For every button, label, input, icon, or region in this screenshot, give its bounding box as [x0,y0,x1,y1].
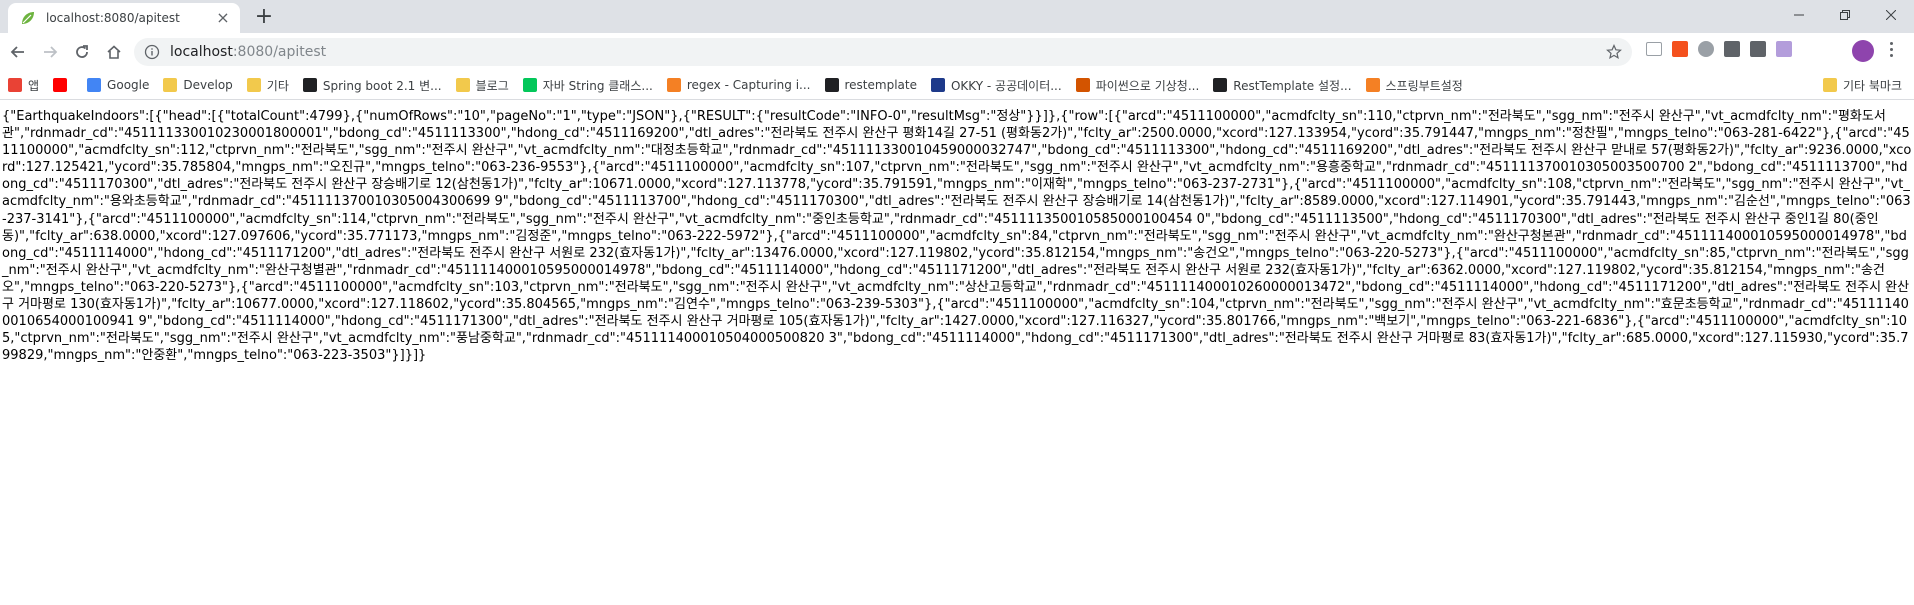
bookmark-star-icon[interactable] [1606,44,1622,60]
tab-close-icon[interactable]: × [214,9,232,27]
bookmark-item[interactable]: 파이썬으로 기상청... [1075,77,1200,94]
reload-icon [76,45,88,58]
forward-button[interactable] [36,38,64,66]
bookmark-label: RestTemplate 설정... [1233,78,1352,93]
bookmark-other[interactable]: 기타 북마크 [1822,71,1902,99]
close-window-button[interactable] [1868,0,1914,30]
bookmark-item[interactable]: 기타 [246,77,289,94]
bookmark-label: regex - Capturing i... [686,78,811,92]
address-bar[interactable]: localhost:8080/apitest [134,38,1632,66]
url-host: localhost [170,44,233,60]
bookmark-item[interactable]: Develop [163,78,233,92]
bookmark-other-label: 기타 북마크 [1842,78,1902,93]
tab-strip: localhost:8080/apitest × + [0,0,1914,33]
okky-icon [930,78,945,92]
browser-toolbar: localhost:8080/apitest [0,33,1914,71]
profile-avatar[interactable] [1852,40,1874,62]
bookmark-label: restemplate [844,78,917,92]
bookmark-item[interactable]: 앱 [8,77,39,94]
bookmark-label: 블로그 [475,78,509,93]
dots-icon [1213,78,1228,92]
minimize-icon [1794,14,1804,16]
bookmark-label: 파이썬으로 기상청... [1095,78,1200,93]
folder-icon [163,78,178,92]
window-controls [1776,0,1914,30]
stackoverflow-icon [666,78,681,92]
s-extension-icon[interactable] [1724,41,1740,57]
bookmark-label: Develop [183,78,233,92]
spring-leaf-icon [22,12,34,24]
bookmark-item[interactable]: restemplate [824,78,917,92]
bookmark-label: 기타 [266,78,289,93]
close-icon [1886,10,1896,20]
bookmark-item[interactable]: RestTemplate 설정... [1213,77,1352,94]
bookmark-label: 앱 [28,78,40,93]
bookmark-label: Spring boot 2.1 변... [322,78,442,93]
bookmark-item[interactable]: 스프링부트설정 [1365,77,1463,94]
bookmark-label: 스프링부트설정 [1385,78,1463,93]
bookmark-label: OKKY - 공공데이터... [950,78,1062,93]
dots-icon [824,78,839,92]
youtube-icon [53,78,68,92]
naver-icon [522,78,537,92]
folder-icon [1822,78,1837,92]
recycle-extension-icon[interactable] [1698,41,1714,57]
stackoverflow-icon [1365,78,1380,92]
cast-extension-icon[interactable] [1646,42,1662,56]
github-icon [302,78,317,92]
arrow-left-icon [10,46,24,58]
bookmarks-bar: 앱 Google Develop 기타 Spring boot 2.1 변... 블로그 자… [0,71,1914,100]
blog-icon [1075,78,1090,92]
bookmark-label: 자바 String 클래스... [542,78,653,93]
tab-apitest[interactable]: localhost:8080/apitest × [8,3,240,33]
minimize-button[interactable] [1776,0,1822,30]
folder-icon [455,78,470,92]
json-response-text: {"EarthquakeIndoors":[{"head":[{"totalCo… [2,109,1912,364]
apps-grid-icon [8,78,22,92]
bookmark-item[interactable]: 블로그 [455,77,509,94]
home-button[interactable] [100,38,128,66]
restore-button[interactable] [1822,0,1868,30]
bookmark-item[interactable]: Google [87,78,149,92]
home-icon [107,45,121,59]
folder-icon [246,78,261,92]
url-path: :8080/apitest [232,44,327,60]
bookmark-label: Google [107,78,150,92]
kebab-menu-icon[interactable] [1890,42,1894,60]
bookmark-item[interactable] [53,78,73,92]
bookmark-item[interactable]: OKKY - 공공데이터... [930,77,1062,94]
back-button[interactable] [4,38,32,66]
new-tab-button[interactable]: + [252,5,276,29]
i-extension-icon[interactable] [1750,41,1766,57]
extensions-area [1646,41,1802,57]
bookmark-item[interactable]: Spring boot 2.1 변... [302,77,442,94]
restore-icon [1840,10,1850,20]
page-content: {"EarthquakeIndoors":[{"head":[{"totalCo… [0,100,1914,364]
arrow-extension-icon[interactable] [1776,41,1792,57]
bookmark-item[interactable]: 자바 String 클래스... [522,77,653,94]
info-icon[interactable] [144,44,160,60]
google-icon [87,78,102,92]
arrow-right-icon [44,46,58,58]
red-extension-icon[interactable] [1672,41,1688,57]
tab-title: localhost:8080/apitest [46,11,180,25]
reload-button[interactable] [68,38,96,66]
bookmark-item[interactable]: regex - Capturing i... [666,78,811,92]
